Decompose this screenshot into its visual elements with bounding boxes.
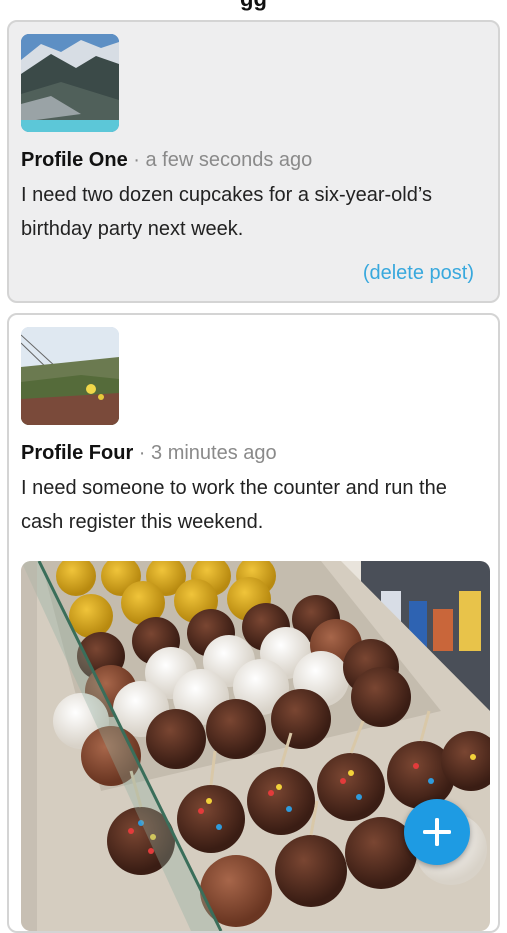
post-card: Profile One · a few seconds ago I need t… xyxy=(7,20,500,303)
post-meta: Profile Four · 3 minutes ago xyxy=(21,441,486,465)
meta-separator: · xyxy=(133,442,152,464)
author-name[interactable]: Profile Four xyxy=(21,442,133,464)
delete-post-link[interactable]: (delete post) xyxy=(363,262,474,285)
post-meta: Profile One · a few seconds ago xyxy=(21,148,486,172)
post-text: I need two dozen cupcakes for a six-year… xyxy=(21,184,432,240)
page-title: gg xyxy=(0,0,507,11)
candy-apples-photo-icon[interactable] xyxy=(21,561,490,931)
post-time: 3 minutes ago xyxy=(151,442,277,464)
plus-icon xyxy=(423,818,451,846)
mountain-thumbnail-icon[interactable] xyxy=(21,34,119,132)
add-post-button[interactable] xyxy=(404,799,470,865)
coast-thumbnail-icon[interactable] xyxy=(21,327,119,425)
author-name[interactable]: Profile One xyxy=(21,149,128,171)
meta-separator: · xyxy=(127,149,146,171)
post-text: I need someone to work the counter and r… xyxy=(21,477,447,533)
post-time: a few seconds ago xyxy=(145,149,313,171)
